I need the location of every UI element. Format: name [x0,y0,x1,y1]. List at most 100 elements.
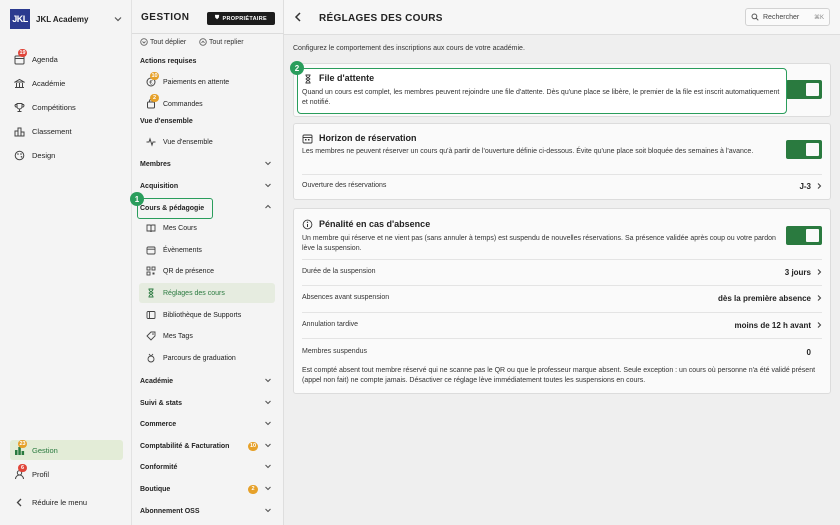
chevron-down-icon [114,15,122,23]
chevron-down-icon [264,441,272,451]
menu-item-label: Bibliothèque de Supports [163,311,242,319]
chevron-down-icon [264,376,272,386]
qr-code-icon [146,266,156,276]
nav-item-label: Classement [32,126,72,136]
menu-item-reglages[interactable]: Réglages des cours [146,284,274,302]
search-shortcut: ⌘K [813,14,824,21]
collapse-all-button[interactable]: Tout replier [199,38,244,46]
section-acquisition[interactable]: Acquisition [140,179,272,193]
collapse-icon [199,38,207,46]
expand-icon [140,38,148,46]
step-marker-1: 1 [130,192,144,206]
nav-item-design[interactable]: Design [14,147,126,163]
section-label: Suivi & stats [140,399,183,407]
brand-name: JKL Academy [36,14,89,24]
opening-row-label: Ouverture des réservations [302,182,387,189]
chevron-down-icon [264,419,272,429]
absences-value[interactable]: dès la première absence [718,294,811,303]
library-icon [146,310,156,320]
nav-item-label: Design [32,150,56,160]
opening-row-value[interactable]: J-3 [799,182,811,191]
section-boutique[interactable]: Boutique 2 [140,482,272,496]
menu-item-overview[interactable]: Vue d'ensemble [146,133,274,151]
chevron-left-icon [14,497,25,508]
brand-switcher[interactable]: JKL JKL Academy [10,9,130,29]
suspension-duration-label: Durée de la suspension [302,268,376,275]
chevron-right-icon[interactable] [815,268,823,278]
menu-item-label: Parcours de graduation [163,354,236,362]
waitlist-toggle[interactable] [786,80,822,99]
nav-item-classement[interactable]: Classement [14,123,126,139]
gestion-badge: 23 [18,439,27,448]
section-label: Boutique [140,485,171,493]
menu-item-qr[interactable]: QR de présence [146,262,274,280]
page-title: RÉGLAGES DES COURS [319,13,443,24]
nav-item-competitions[interactable]: Compétitions [14,99,126,115]
menu-item-label: Mes Tags [163,332,193,340]
section-label: Abonnement OSS [140,507,200,515]
menu-item-paiements[interactable]: €10 Paiements en attente [146,72,274,91]
penalty-title: Pénalité en cas d'absence [319,219,431,229]
chevron-right-icon[interactable] [815,321,823,331]
shield-icon: ⛊ [215,15,220,21]
menu-item-mes-cours[interactable]: Mes Cours [146,219,274,237]
info-icon [302,219,313,232]
paiements-badge: 10 [150,72,159,80]
menu-item-evenements[interactable]: Évènements [146,241,274,259]
search-button[interactable]: Rechercher ⌘K [745,8,830,26]
chevron-down-icon [264,159,272,169]
divider [302,285,822,286]
menu-item-bibliotheque[interactable]: Bibliothèque de Supports [146,306,274,324]
nav-item-label: Profil [32,469,50,479]
divider [302,174,822,175]
menu-item-parcours[interactable]: Parcours de graduation [146,349,274,367]
nav-item-profil[interactable]: 6 Profil [14,463,126,482]
chevron-right-icon[interactable] [815,182,823,192]
late-cancel-value[interactable]: moins de 12 h avant [735,321,811,330]
nav-item-label: Académie [32,78,66,88]
step-marker-2: 2 [290,61,304,75]
menu-item-tags[interactable]: Mes Tags [146,327,274,345]
chevron-up-icon [264,203,272,213]
suspension-duration-value[interactable]: 3 jours [785,268,811,277]
penalty-footnote: Est compté absent tout membre réservé qu… [302,367,816,384]
menu-item-commandes[interactable]: 2 Commandes [146,94,274,113]
nav-item-gestion[interactable]: 23 Gestion [14,439,126,458]
boutique-badge: 2 [248,484,258,494]
suspended-members-value: 0 [806,348,811,357]
late-cancel-label: Annulation tardive [302,321,359,328]
section-academie[interactable]: Académie [140,374,272,388]
section-conformite[interactable]: Conformité [140,460,272,474]
section-label: Conformité [140,463,178,471]
menu-item-label: Commandes [163,100,203,108]
academy-icon [14,78,25,89]
section-suivi[interactable]: Suivi & stats [140,396,272,410]
menu-item-label: Vue d'ensemble [163,138,213,146]
horizon-toggle[interactable] [786,140,822,159]
penalty-description: Un membre qui réserve et ne vient pas (s… [302,235,776,252]
palette-icon [14,150,25,161]
trophy-icon [14,102,25,113]
section-commerce[interactable]: Commerce [140,417,272,431]
calendar-icon [302,133,313,146]
chevron-down-icon [264,484,272,494]
section-comptabilite[interactable]: Comptabilité & Facturation 10 [140,439,272,453]
divider [302,259,822,260]
chevron-right-icon[interactable] [815,294,823,304]
section-label: Commerce [140,420,177,428]
back-arrow-icon[interactable] [292,11,304,23]
section-label: Comptabilité & Facturation [140,442,230,450]
collapse-menu-button[interactable]: Réduire le menu [14,494,126,510]
owner-badge-label: PROPRIÉTAIRE [222,15,267,22]
section-abonnement[interactable]: Abonnement OSS [140,504,272,518]
bag-icon: 2 [146,94,159,109]
agenda-badge: 19 [18,48,27,57]
divider [302,338,822,339]
penalty-toggle[interactable] [786,226,822,245]
expand-all-button[interactable]: Tout déplier [140,38,186,46]
expand-all-label: Tout déplier [150,38,187,46]
nav-item-academie[interactable]: Académie [14,75,126,91]
payment-icon: €10 [146,72,159,87]
section-membres[interactable]: Membres [140,157,272,171]
nav-item-agenda[interactable]: 19 Agenda [14,48,126,67]
